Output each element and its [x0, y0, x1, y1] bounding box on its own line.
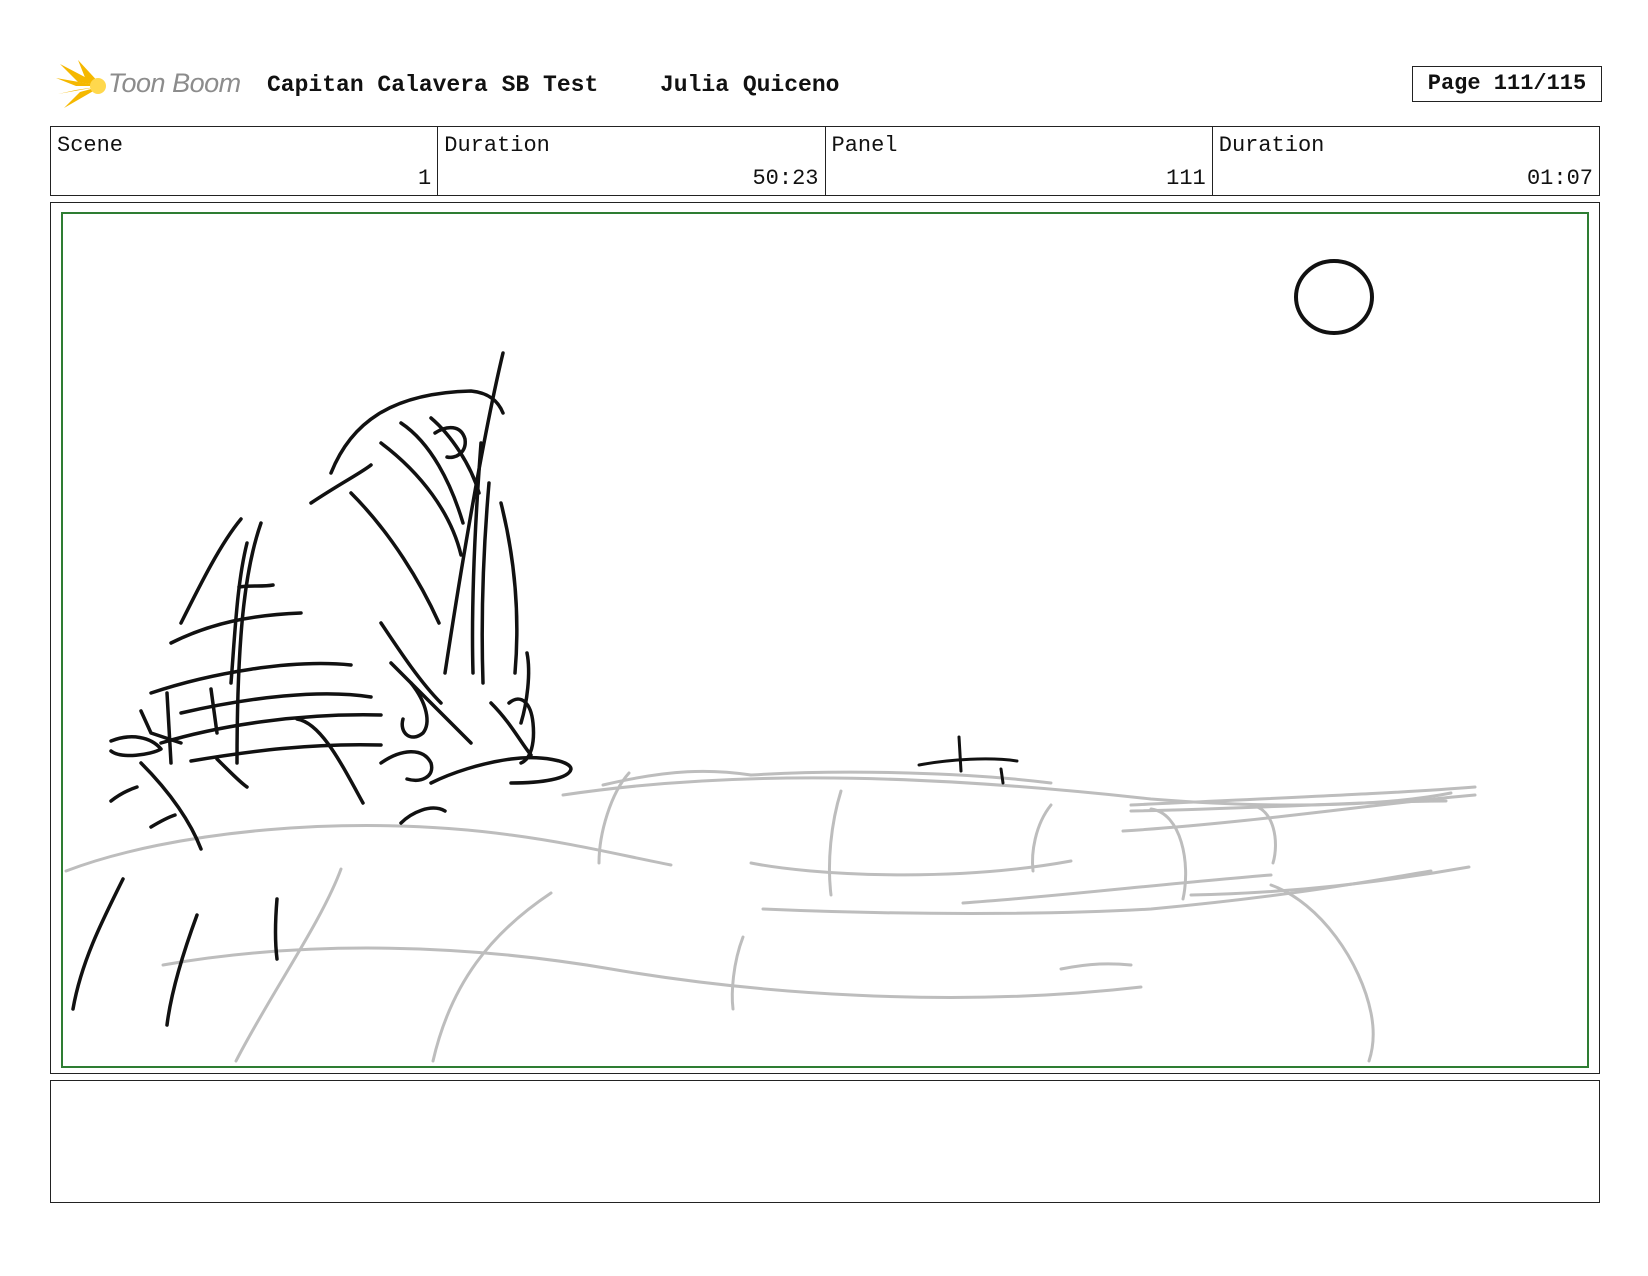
storyboard-panel: [50, 202, 1600, 1074]
storyboard-sketch: [64, 259, 1477, 1063]
moon-sketch: [1294, 259, 1374, 335]
scene-duration-label: Duration: [444, 133, 550, 158]
panel-duration-cell: Duration 01:07: [1213, 127, 1599, 195]
logo-text: Toon Boom: [108, 68, 241, 98]
panel-duration-label: Duration: [1218, 133, 1325, 158]
page-header: Toon Boom Capitan Calavera SB Test Julia…: [54, 58, 1604, 114]
project-title: Capitan Calavera SB Test: [267, 72, 599, 98]
panel-value: 111: [1166, 166, 1206, 191]
author-name: Julia Quiceno: [660, 72, 840, 98]
panel-notes-box: [50, 1080, 1600, 1203]
panel-label: Panel: [831, 133, 898, 158]
pirate-ship-sketch: [71, 351, 573, 1027]
scene-value: 1: [418, 166, 432, 191]
scene-label: Scene: [57, 133, 124, 158]
page-number: Page 111/115: [1412, 66, 1602, 102]
toon-boom-burst-icon: [56, 60, 106, 108]
scene-cell: Scene 1: [51, 127, 439, 195]
panel-duration-value: 01:07: [1526, 166, 1593, 191]
panel-cell: Panel 111: [826, 127, 1213, 195]
scene-duration-cell: Duration 50:23: [438, 127, 826, 195]
scene-duration-value: 50:23: [752, 166, 819, 191]
panel-info-table: Scene 1 Duration 50:23 Panel 111 Duratio…: [50, 126, 1600, 196]
toon-boom-logo: Toon Boom: [54, 58, 250, 114]
